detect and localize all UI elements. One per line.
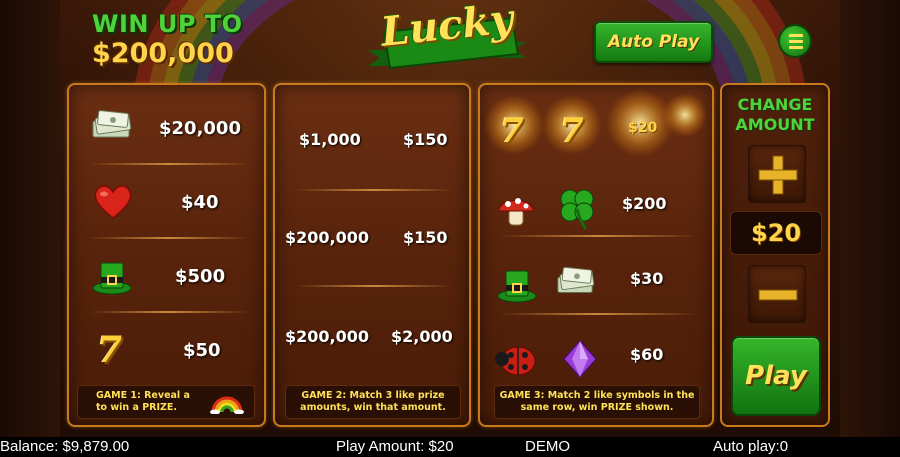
mushroom-icon	[498, 198, 534, 226]
row-divider	[295, 285, 453, 287]
rainbow-icon	[210, 396, 244, 414]
balance-text: Balance: $9,879.00	[0, 438, 130, 455]
row-divider	[500, 313, 696, 315]
change-title-line: AMOUNT	[735, 115, 815, 134]
instruction-line: same row, win PRIZE shown.	[520, 402, 674, 413]
plus-icon	[758, 155, 798, 195]
prize-value: $30	[630, 269, 664, 288]
seven-symbol: 7	[500, 111, 524, 151]
play-button[interactable]: Play	[731, 336, 821, 416]
auto-play-button[interactable]: Auto Play	[594, 21, 713, 63]
game-3-instructions: GAME 3: Match 2 like symbols in the same…	[494, 385, 700, 419]
bet-controls-panel: CHANGE AMOUNT $20 Play	[720, 83, 830, 427]
change-amount-title: CHANGE AMOUNT	[722, 95, 828, 135]
heart-icon	[94, 185, 132, 219]
prize-value: $200	[622, 194, 667, 213]
leprechaun-hat-icon	[92, 262, 132, 295]
ladybug-icon	[495, 346, 536, 376]
minus-icon	[758, 289, 798, 301]
game-3-panel: 7 7 $20 $200 $30 $60 GAME 3: Match 2 lik…	[478, 83, 714, 427]
clover-icon	[560, 189, 594, 230]
demo-mode-text: DEMO	[525, 438, 570, 455]
leprechaun-hat-icon	[497, 270, 537, 303]
auto-play-count-text: Auto play:0	[713, 438, 789, 455]
row-divider	[89, 311, 249, 313]
seven-symbol: 7	[560, 111, 584, 151]
status-bar: Balance: $9,879.00 Play Amount: $20 DEMO…	[0, 437, 900, 457]
prize-value: $20	[628, 120, 658, 136]
prize-value: $40	[181, 192, 219, 213]
prize-value: $500	[175, 266, 226, 287]
right-frame	[840, 0, 900, 437]
prize-value: $60	[630, 345, 664, 364]
increase-amount-button[interactable]	[748, 145, 806, 203]
prize-value: $200,000	[285, 327, 370, 346]
instruction-line: GAME 2: Match 3 like prize	[301, 390, 445, 401]
game-stage: WIN UP TO $200,000 Lucky Auto Play $20,0…	[0, 0, 900, 437]
prize-value: $150	[403, 228, 448, 247]
money-stack-icon	[557, 266, 595, 293]
decrease-amount-button[interactable]	[748, 265, 806, 323]
row-divider	[89, 237, 249, 239]
purple-gem-icon	[563, 340, 597, 378]
game-1-instructions: GAME 1: Reveal a to win a PRIZE.	[77, 385, 255, 419]
menu-button[interactable]	[778, 24, 812, 58]
bet-amount-display: $20	[730, 211, 822, 255]
instruction-line: GAME 3: Match 2 like symbols in the	[499, 390, 695, 401]
row-divider	[295, 189, 453, 191]
instruction-line: amounts, win that amount.	[300, 402, 446, 413]
prize-value: $50	[183, 340, 221, 361]
seven-symbol: 7	[97, 329, 123, 371]
prize-value: $1,000	[299, 130, 361, 149]
prize-value: $2,000	[391, 327, 453, 346]
row-divider	[500, 235, 696, 237]
money-stack-icon	[92, 110, 132, 138]
prize-value: $200,000	[285, 228, 370, 247]
change-title-line: CHANGE	[737, 95, 813, 114]
left-frame	[0, 0, 60, 437]
prize-value: $20,000	[159, 118, 241, 139]
play-amount-text: Play Amount: $20	[336, 438, 454, 455]
game-2-instructions: GAME 2: Match 3 like prize amounts, win …	[285, 385, 461, 419]
prize-value: $150	[403, 130, 448, 149]
row-divider	[89, 163, 249, 165]
game-1-panel: $20,000 $40 $500 7 $50 GAME 1: Reveal a …	[67, 83, 266, 427]
top-prize-amount: $200,000	[92, 38, 234, 69]
game-2-panel: $1,000 $150 $200,000 $150 $200,000 $2,00…	[273, 83, 471, 427]
win-up-to-label: WIN UP TO	[92, 10, 243, 38]
